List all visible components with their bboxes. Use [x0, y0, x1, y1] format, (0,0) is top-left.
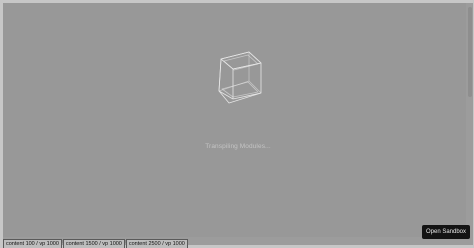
tab-content-100[interactable]: content 100 / vp 1000 — [3, 239, 62, 248]
tab-content-2500[interactable]: content 2500 / vp 1000 — [125, 239, 188, 248]
vertical-scrollbar[interactable] — [466, 3, 473, 245]
sandbox-frame: Transpiling Modules... Open Sandbox cont… — [0, 0, 474, 248]
loading-message: Transpiling Modules... — [205, 143, 271, 150]
vertical-scrollbar-thumb[interactable] — [468, 7, 472, 97]
loading-cube-icon — [218, 51, 262, 104]
tab-content-1500[interactable]: content 1500 / vp 1000 — [62, 239, 125, 248]
viewport-tabs: content 100 / vp 1000 content 1500 / vp … — [3, 239, 189, 248]
open-sandbox-button[interactable]: Open Sandbox — [422, 225, 470, 239]
preview-pane: Transpiling Modules... Open Sandbox — [3, 3, 473, 245]
